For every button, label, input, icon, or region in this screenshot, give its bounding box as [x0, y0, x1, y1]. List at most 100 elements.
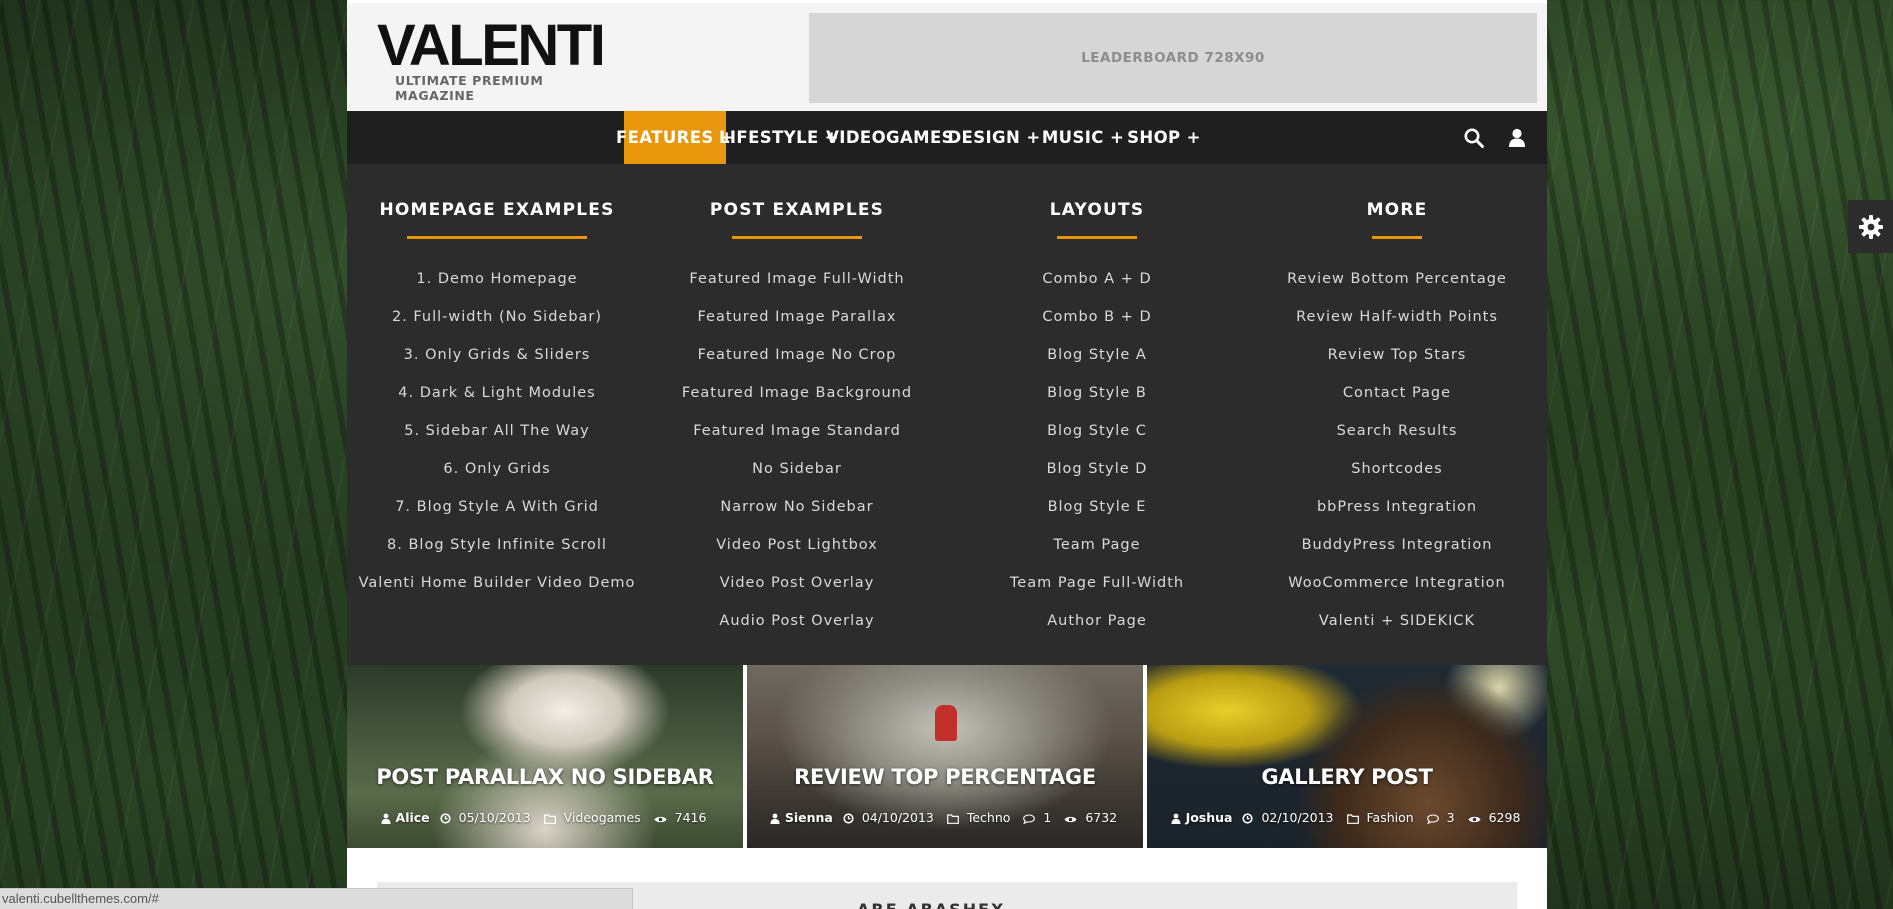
- menu-link[interactable]: Audio Post Overlay: [647, 602, 947, 640]
- browser-status-bar: valenti.cubellthemes.com/#: [0, 888, 633, 909]
- post-category[interactable]: Videogames: [543, 810, 644, 825]
- menu-link[interactable]: 2. Full-width (No Sidebar): [347, 298, 647, 336]
- menu-link[interactable]: Review Bottom Percentage: [1247, 260, 1547, 298]
- eye-icon: [1064, 816, 1077, 823]
- post-card-title[interactable]: POST PARALLAX NO SIDEBAR: [347, 765, 743, 789]
- post-author[interactable]: Joshua: [1171, 810, 1232, 825]
- menu-link-list: Featured Image Full-Width Featured Image…: [647, 260, 947, 640]
- post-author[interactable]: Sienna: [770, 810, 833, 825]
- menu-link[interactable]: 7. Blog Style A With Grid: [347, 488, 647, 526]
- gear-icon: [1858, 214, 1883, 239]
- menu-link[interactable]: Blog Style C: [947, 412, 1247, 450]
- eye-icon: [654, 816, 667, 823]
- heading-underline: [407, 236, 587, 239]
- post-date: 04/10/2013: [843, 810, 937, 825]
- menu-link[interactable]: Featured Image No Crop: [647, 336, 947, 374]
- leaderboard-ad[interactable]: LEADERBOARD 728X90: [809, 13, 1537, 103]
- post-date: 02/10/2013: [1242, 810, 1336, 825]
- nav-item-design[interactable]: DESIGN +: [947, 111, 1040, 164]
- post-views: 7416: [654, 810, 710, 825]
- menu-link[interactable]: Featured Image Standard: [647, 412, 947, 450]
- menu-link[interactable]: Video Post Overlay: [647, 564, 947, 602]
- post-views: 6732: [1064, 810, 1120, 825]
- menu-link[interactable]: Search Results: [1247, 412, 1547, 450]
- post-category[interactable]: Techno: [946, 810, 1014, 825]
- menu-link[interactable]: Blog Style A: [947, 336, 1247, 374]
- user-icon: [381, 813, 391, 824]
- folder-icon: [543, 814, 556, 824]
- post-card[interactable]: GALLERY POST Joshua 02/10/2013 Fashion 3…: [1147, 665, 1547, 848]
- menu-column-heading: HOMEPAGE EXAMPLES: [379, 200, 615, 220]
- post-card[interactable]: POST PARALLAX NO SIDEBAR Alice 05/10/201…: [347, 665, 743, 848]
- clock-icon: [843, 813, 854, 824]
- menu-link[interactable]: 1. Demo Homepage: [347, 260, 647, 298]
- menu-link[interactable]: 8. Blog Style Infinite Scroll: [347, 526, 647, 564]
- menu-link[interactable]: Blog Style B: [947, 374, 1247, 412]
- main-navigation: FEATURES + LIFESTYLE + VIDEOGAMES DESIGN…: [347, 111, 1547, 164]
- search-icon[interactable]: [1463, 127, 1485, 149]
- menu-link[interactable]: Author Page: [947, 602, 1247, 640]
- heading-underline: [1057, 236, 1137, 239]
- menu-link[interactable]: Featured Image Background: [647, 374, 947, 412]
- post-card-meta: Joshua 02/10/2013 Fashion 3 6298: [1147, 810, 1547, 825]
- post-author[interactable]: Alice: [381, 810, 430, 825]
- post-comments[interactable]: 3: [1426, 810, 1458, 825]
- menu-link-list: Combo A + D Combo B + D Blog Style A Blo…: [947, 260, 1247, 640]
- nav-item-videogames[interactable]: VIDEOGAMES: [826, 111, 953, 164]
- comment-icon: [1023, 814, 1036, 824]
- post-card[interactable]: REVIEW TOP PERCENTAGE Sienna 04/10/2013 …: [747, 665, 1143, 848]
- menu-link[interactable]: Valenti Home Builder Video Demo: [347, 564, 647, 602]
- heading-underline: [732, 236, 862, 239]
- folder-icon: [1346, 814, 1359, 824]
- clock-icon: [1242, 813, 1254, 824]
- menu-link[interactable]: Review Half-width Points: [1247, 298, 1547, 336]
- nav-item-lifestyle[interactable]: LIFESTYLE +: [719, 111, 839, 164]
- menu-link[interactable]: Combo A + D: [947, 260, 1247, 298]
- logo-title: VALENTI: [377, 13, 606, 78]
- menu-link[interactable]: Combo B + D: [947, 298, 1247, 336]
- site-header: VALENTI ULTIMATE PREMIUM MAGAZINE LEADER…: [347, 3, 1547, 111]
- settings-panel-toggle[interactable]: [1848, 200, 1893, 253]
- menu-link[interactable]: Featured Image Parallax: [647, 298, 947, 336]
- menu-column-heading: POST EXAMPLES: [709, 200, 885, 220]
- card-image-figure: [935, 705, 957, 741]
- menu-link[interactable]: WooCommerce Integration: [1247, 564, 1547, 602]
- menu-link[interactable]: Review Top Stars: [1247, 336, 1547, 374]
- post-card-title[interactable]: REVIEW TOP PERCENTAGE: [747, 765, 1143, 789]
- menu-link[interactable]: BuddyPress Integration: [1247, 526, 1547, 564]
- menu-link[interactable]: No Sidebar: [647, 450, 947, 488]
- menu-link[interactable]: Valenti + SIDEKICK: [1247, 602, 1547, 640]
- menu-link[interactable]: 3. Only Grids & Sliders: [347, 336, 647, 374]
- menu-link[interactable]: Shortcodes: [1247, 450, 1547, 488]
- menu-link[interactable]: 4. Dark & Light Modules: [347, 374, 647, 412]
- features-mega-menu: HOMEPAGE EXAMPLES 1. Demo Homepage 2. Fu…: [347, 164, 1547, 665]
- user-icon: [1171, 813, 1181, 824]
- menu-link[interactable]: Narrow No Sidebar: [647, 488, 947, 526]
- post-comments[interactable]: 1: [1023, 810, 1054, 825]
- post-card-title[interactable]: GALLERY POST: [1147, 765, 1547, 789]
- menu-link[interactable]: 5. Sidebar All The Way: [347, 412, 647, 450]
- menu-link[interactable]: Team Page: [947, 526, 1247, 564]
- post-card-meta: Alice 05/10/2013 Videogames 7416: [347, 810, 743, 825]
- menu-link[interactable]: Video Post Lightbox: [647, 526, 947, 564]
- section-title: ARE ABASHEX: [857, 900, 1005, 909]
- heading-underline: [1372, 236, 1422, 239]
- eye-icon: [1468, 816, 1481, 823]
- nav-item-features[interactable]: FEATURES +: [616, 111, 734, 164]
- user-icon[interactable]: [1506, 127, 1528, 149]
- menu-link[interactable]: Contact Page: [1247, 374, 1547, 412]
- nav-item-music[interactable]: MUSIC +: [1042, 111, 1124, 164]
- menu-link-list: 1. Demo Homepage 2. Full-width (No Sideb…: [347, 260, 647, 602]
- menu-link[interactable]: 6. Only Grids: [347, 450, 647, 488]
- menu-link[interactable]: Team Page Full-Width: [947, 564, 1247, 602]
- menu-link[interactable]: Featured Image Full-Width: [647, 260, 947, 298]
- menu-link[interactable]: bbPress Integration: [1247, 488, 1547, 526]
- featured-post-grid: POST PARALLAX NO SIDEBAR Alice 05/10/201…: [347, 665, 1547, 848]
- menu-column-heading: LAYOUTS: [1049, 200, 1145, 220]
- menu-link[interactable]: Blog Style D: [947, 450, 1247, 488]
- nav-item-shop[interactable]: SHOP +: [1127, 111, 1200, 164]
- menu-link[interactable]: Blog Style E: [947, 488, 1247, 526]
- post-category[interactable]: Fashion: [1346, 810, 1417, 825]
- site-logo[interactable]: VALENTI ULTIMATE PREMIUM MAGAZINE: [377, 13, 627, 104]
- site-container: VALENTI ULTIMATE PREMIUM MAGAZINE LEADER…: [347, 0, 1547, 909]
